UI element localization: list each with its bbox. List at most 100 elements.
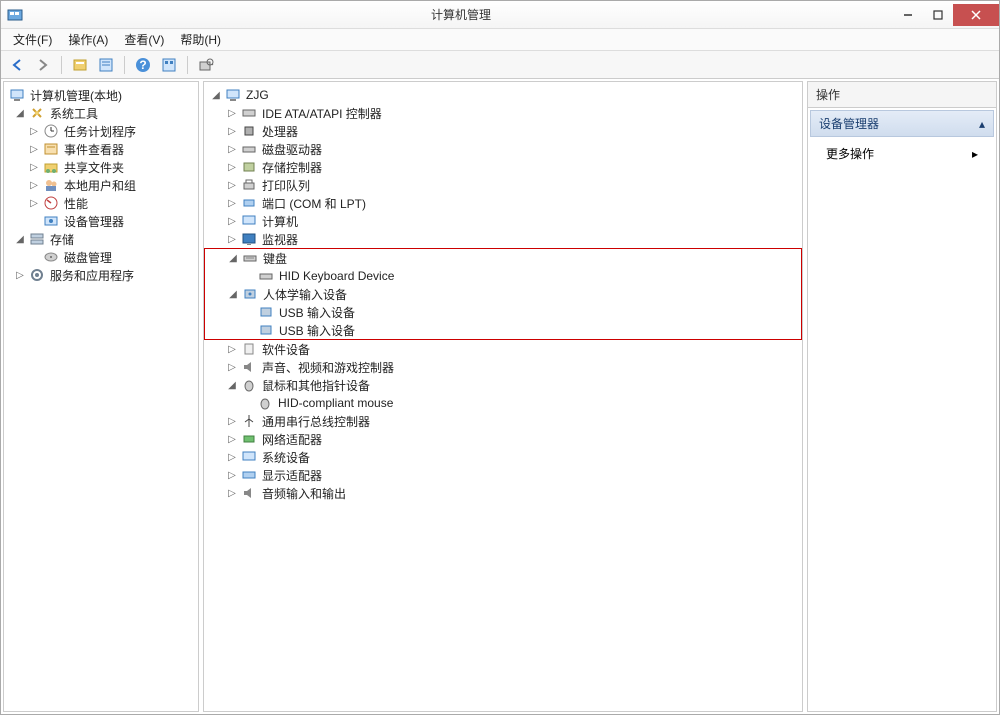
menu-help[interactable]: 帮助(H): [172, 29, 229, 50]
tree-shared-folders[interactable]: ▷ 共享文件夹: [4, 158, 198, 176]
expand-icon[interactable]: ▷: [28, 162, 40, 173]
device-hid-mouse[interactable]: HID-compliant mouse: [204, 394, 802, 412]
action-more[interactable]: 更多操作 ▸: [808, 139, 996, 168]
device-system[interactable]: ▷系统设备: [204, 448, 802, 466]
printer-icon: [241, 177, 257, 193]
expand-icon[interactable]: ▷: [226, 452, 238, 463]
device-cpu[interactable]: ▷处理器: [204, 122, 802, 140]
device-keyboard[interactable]: ◢键盘: [205, 249, 801, 267]
nav-forward-button[interactable]: [31, 54, 55, 76]
expand-icon[interactable]: ▷: [28, 198, 40, 209]
actions-section-header[interactable]: 设备管理器 ▴: [810, 110, 994, 137]
expand-icon[interactable]: ▷: [226, 470, 238, 481]
expand-icon[interactable]: ▷: [226, 144, 238, 155]
device-usb-ctrl[interactable]: ▷通用串行总线控制器: [204, 412, 802, 430]
expand-icon[interactable]: ▷: [226, 180, 238, 191]
system-icon: [241, 449, 257, 465]
device-hid[interactable]: ◢人体学输入设备: [205, 285, 801, 303]
expand-icon[interactable]: ▷: [226, 344, 238, 355]
collapse-icon[interactable]: ◢: [226, 380, 238, 391]
device-software[interactable]: ▷软件设备: [204, 340, 802, 358]
menu-file[interactable]: 文件(F): [5, 29, 60, 50]
management-tree: 计算机管理(本地) ◢ 系统工具 ▷ 任务计划程序 ▷ 事件查看器: [4, 82, 198, 288]
device-audio[interactable]: ▷音频输入和输出: [204, 484, 802, 502]
collapse-icon[interactable]: ◢: [14, 234, 26, 245]
maximize-button[interactable]: [923, 4, 953, 26]
chevron-right-icon: ▸: [972, 147, 978, 161]
tree-task-scheduler[interactable]: ▷ 任务计划程序: [4, 122, 198, 140]
expand-icon[interactable]: ▷: [28, 144, 40, 155]
expand-icon[interactable]: ▷: [28, 180, 40, 191]
expand-icon[interactable]: ▷: [226, 126, 238, 137]
show-hide-tree-button[interactable]: [68, 54, 92, 76]
scan-hardware-button[interactable]: [194, 54, 218, 76]
expand-icon[interactable]: ▷: [226, 362, 238, 373]
tree-services[interactable]: ▷ 服务和应用程序: [4, 266, 198, 284]
software-icon: [241, 341, 257, 357]
expand-icon[interactable]: ▷: [28, 126, 40, 137]
app-icon: [7, 7, 23, 23]
device-disk-drives[interactable]: ▷磁盘驱动器: [204, 140, 802, 158]
device-storage-ctrl[interactable]: ▷存储控制器: [204, 158, 802, 176]
expand-icon[interactable]: ▷: [226, 434, 238, 445]
usb-icon: [258, 322, 274, 338]
storage-ctrl-icon: [241, 159, 257, 175]
tree-device-manager[interactable]: 设备管理器: [4, 212, 198, 230]
device-sound[interactable]: ▷声音、视频和游戏控制器: [204, 358, 802, 376]
minimize-button[interactable]: [893, 4, 923, 26]
device-display[interactable]: ▷显示适配器: [204, 466, 802, 484]
tree-disk-management[interactable]: 磁盘管理: [4, 248, 198, 266]
expand-icon[interactable]: ▷: [226, 216, 238, 227]
collapse-icon[interactable]: ◢: [227, 253, 239, 264]
device-network[interactable]: ▷网络适配器: [204, 430, 802, 448]
hid-icon: [242, 286, 258, 302]
tree-performance[interactable]: ▷ 性能: [4, 194, 198, 212]
device-root[interactable]: ◢ ZJG: [204, 86, 802, 104]
device-hid-keyboard[interactable]: HID Keyboard Device: [205, 267, 801, 285]
disk-drive-icon: [241, 141, 257, 157]
device-printers[interactable]: ▷打印队列: [204, 176, 802, 194]
collapse-icon[interactable]: ◢: [14, 108, 26, 119]
storage-icon: [29, 231, 45, 247]
expand-icon[interactable]: ▷: [226, 198, 238, 209]
device-ide[interactable]: ▷IDE ATA/ATAPI 控制器: [204, 104, 802, 122]
expand-icon[interactable]: ▷: [226, 488, 238, 499]
tree-local-users[interactable]: ▷ 本地用户和组: [4, 176, 198, 194]
tree-root-computer-management[interactable]: 计算机管理(本地): [4, 86, 198, 104]
help-button[interactable]: ?: [131, 54, 155, 76]
collapse-icon[interactable]: ◢: [227, 289, 239, 300]
highlighted-group: ◢键盘 HID Keyboard Device ◢人体学输入设备 USB 输入设…: [204, 248, 802, 340]
menu-action[interactable]: 操作(A): [60, 29, 116, 50]
view-mode-button[interactable]: [157, 54, 181, 76]
toolbar-separator: [187, 56, 188, 74]
close-button[interactable]: [953, 4, 999, 26]
device-mouse[interactable]: ◢鼠标和其他指针设备: [204, 376, 802, 394]
collapse-icon[interactable]: ◢: [210, 90, 222, 101]
expand-icon[interactable]: ▷: [14, 270, 26, 281]
performance-icon: [43, 195, 59, 211]
port-icon: [241, 195, 257, 211]
nav-back-button[interactable]: [5, 54, 29, 76]
toolbar-separator: [124, 56, 125, 74]
device-monitor[interactable]: ▷监视器: [204, 230, 802, 248]
clock-icon: [43, 123, 59, 139]
expand-icon[interactable]: ▷: [226, 108, 238, 119]
device-usb-input-1[interactable]: USB 输入设备: [205, 303, 801, 321]
menu-view[interactable]: 查看(V): [116, 29, 172, 50]
tree-system-tools[interactable]: ◢ 系统工具: [4, 104, 198, 122]
mouse-icon: [257, 395, 273, 411]
cpu-icon: [241, 123, 257, 139]
expand-icon[interactable]: ▷: [226, 416, 238, 427]
tree-event-viewer[interactable]: ▷ 事件查看器: [4, 140, 198, 158]
expand-icon[interactable]: ▷: [226, 162, 238, 173]
device-usb-input-2[interactable]: USB 输入设备: [205, 321, 801, 339]
properties-button[interactable]: [94, 54, 118, 76]
monitor-icon: [241, 231, 257, 247]
sound-icon: [241, 359, 257, 375]
content-area: 计算机管理(本地) ◢ 系统工具 ▷ 任务计划程序 ▷ 事件查看器: [1, 79, 999, 714]
window-controls: [893, 4, 999, 26]
tree-storage[interactable]: ◢ 存储: [4, 230, 198, 248]
expand-icon[interactable]: ▷: [226, 234, 238, 245]
device-computer[interactable]: ▷计算机: [204, 212, 802, 230]
device-ports[interactable]: ▷端口 (COM 和 LPT): [204, 194, 802, 212]
